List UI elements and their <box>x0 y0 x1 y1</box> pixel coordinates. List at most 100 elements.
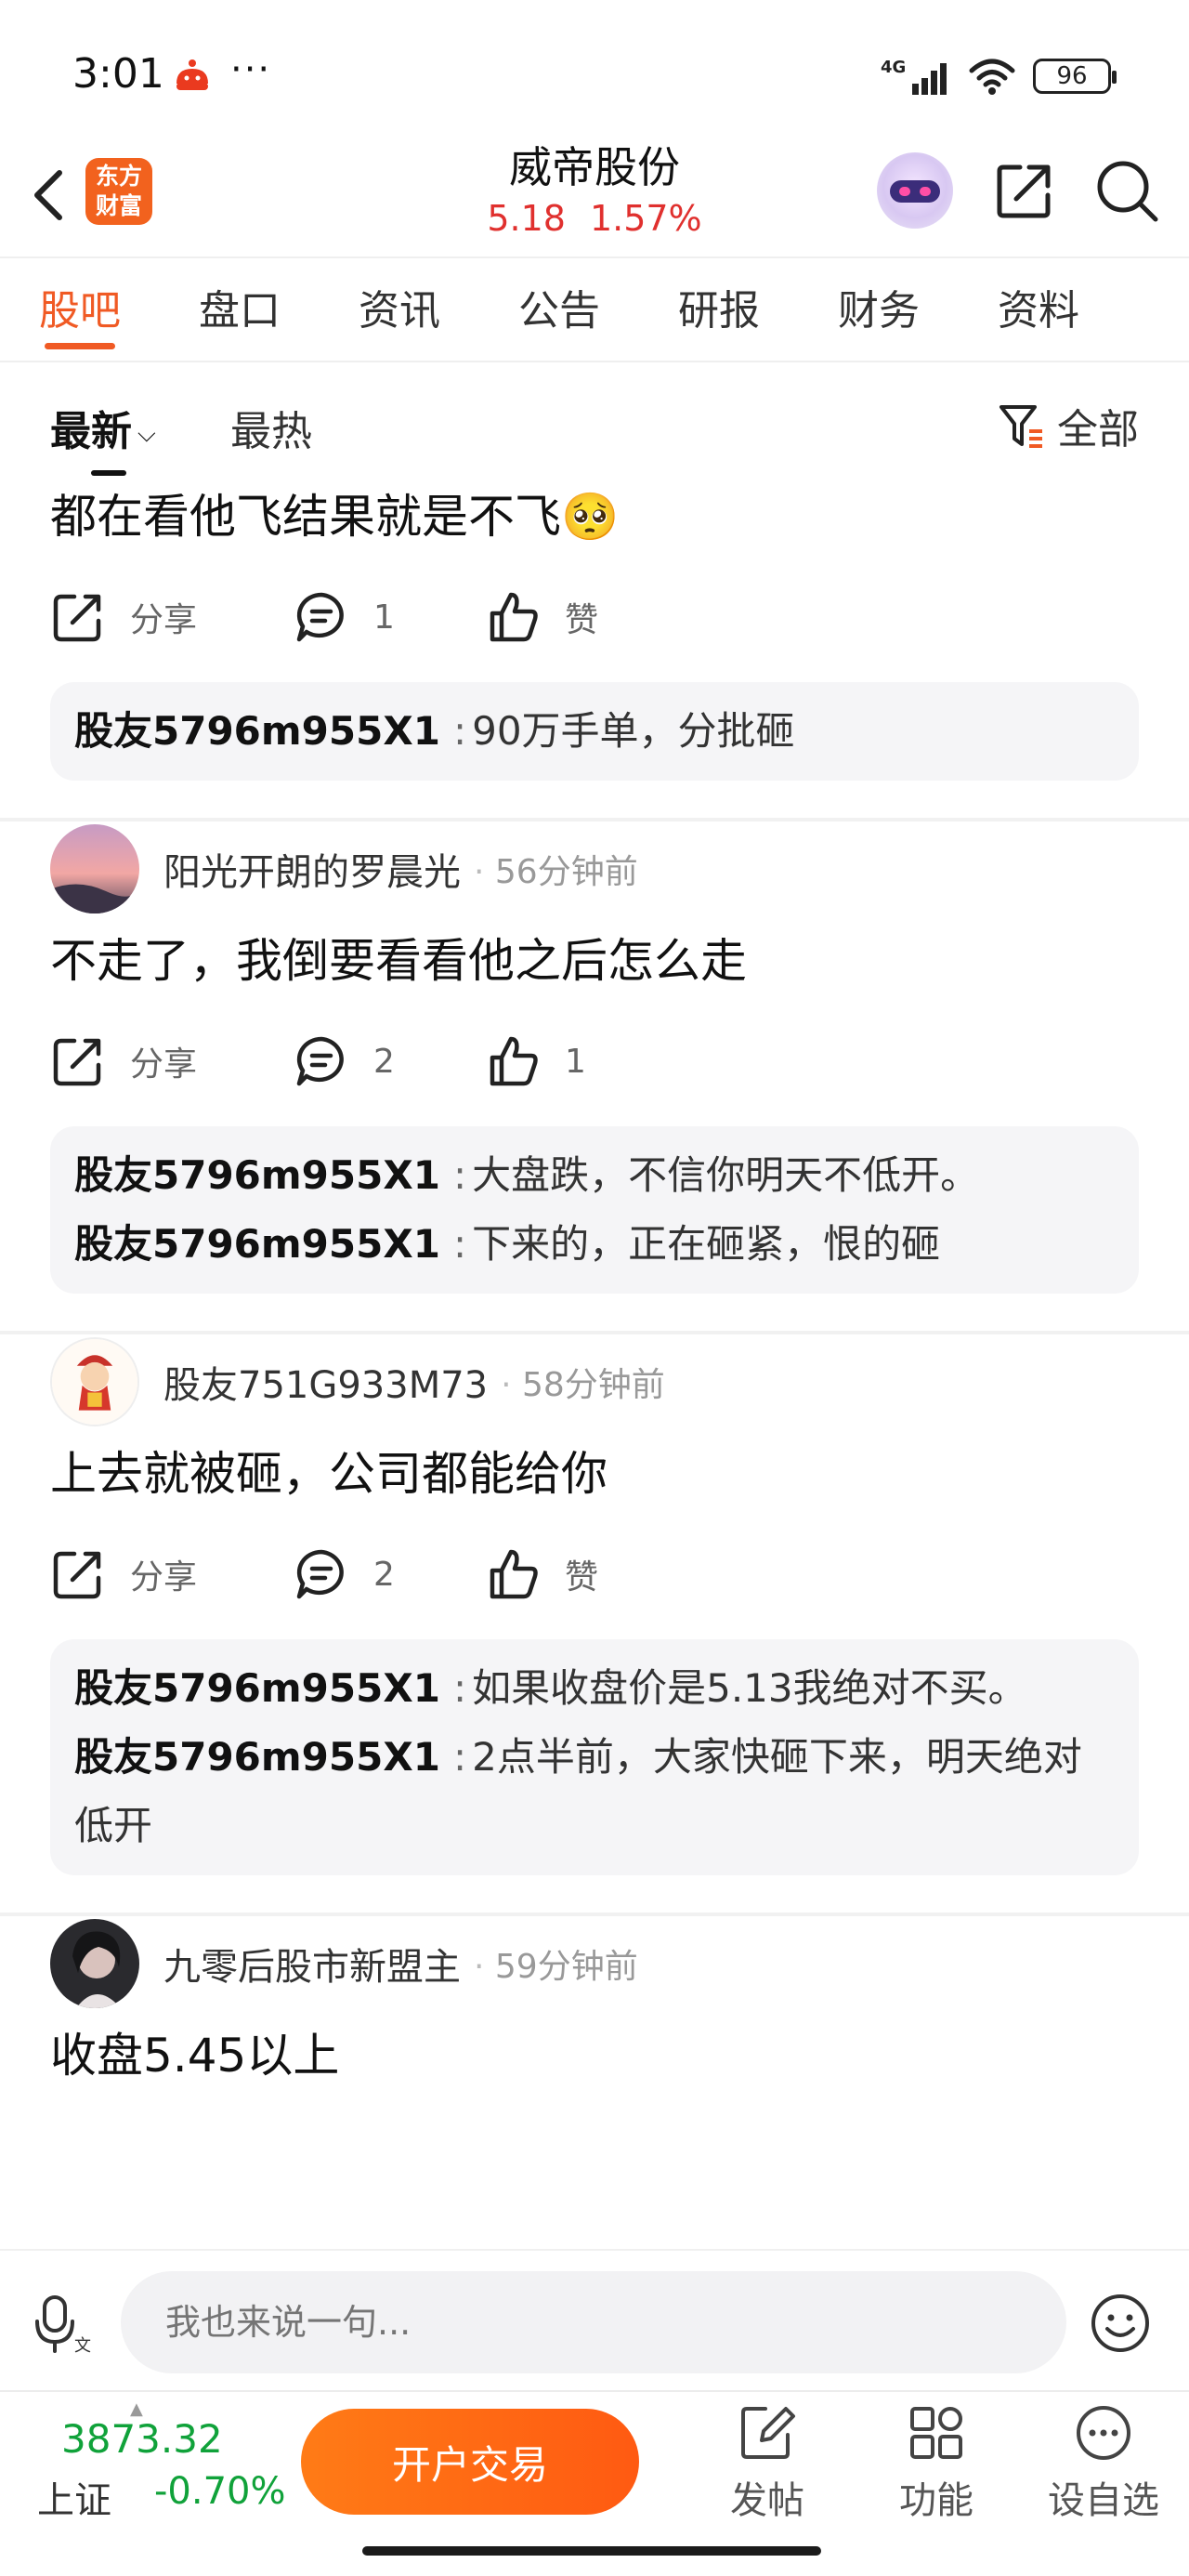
post-header: 九零后股市新盟主 59分钟前 <box>50 1916 1139 2008</box>
comment-icon <box>296 1549 344 1599</box>
share-label: 分享 <box>130 1558 198 1597</box>
search-icon[interactable] <box>1092 156 1161 225</box>
comment-action[interactable]: 2 <box>294 1033 485 1089</box>
share-icon[interactable] <box>992 158 1057 223</box>
share-label: 分享 <box>130 601 198 639</box>
emoji-icon[interactable] <box>1089 2292 1152 2355</box>
comment-text: 下来的，正在砸紧，恨的砸 <box>472 1221 941 1267</box>
nav-add-watchlist-label: 设自选 <box>1048 2479 1159 2522</box>
avatar[interactable] <box>50 824 139 913</box>
post-item[interactable]: 阳光开朗的罗晨光 56分钟前 不走了，我倒要看看他之后怎么走 分享 2 1 股友… <box>0 821 1189 1334</box>
thumbs-up-icon <box>490 1036 538 1086</box>
post-text: 收盘5.45以上 <box>50 2029 340 2083</box>
sort-latest[interactable]: 最新 ⌵ <box>50 398 156 457</box>
ai-assistant-icon[interactable] <box>877 152 953 229</box>
like-action[interactable]: 1 <box>485 1033 586 1089</box>
author-name[interactable]: 九零后股市新盟主 <box>163 1937 461 1991</box>
sort-bar: 最新 ⌵ 最热 全部 <box>0 362 1189 476</box>
comment-preview[interactable]: 股友5796m955X1: 大盘跌，不信你明天不低开。 股友5796m955X1:… <box>50 1126 1139 1294</box>
nav-functions[interactable]: 功能 <box>871 2398 1001 2524</box>
tab-profile[interactable]: 资料 <box>959 258 1118 361</box>
thumbs-up-icon <box>490 1549 538 1599</box>
comment-user[interactable]: 股友5796m955X1 <box>74 708 440 754</box>
stock-header: 东方财富 威帝股份 5.18 1.57% <box>0 139 1189 256</box>
post-actions: 分享 1 赞 <box>50 571 1139 664</box>
voice-input-icon[interactable]: 文 <box>35 2293 97 2355</box>
author-name[interactable]: 股友751G933M73 <box>163 1355 488 1409</box>
comment-separator: : <box>452 1665 467 1711</box>
comment-input[interactable] <box>121 2271 1066 2373</box>
comment-preview[interactable]: 股友5796m955X1:90万手单，分批砸 <box>50 682 1139 781</box>
app-logo-text: 东方财富 <box>95 163 142 219</box>
comment-separator: : <box>452 1152 467 1198</box>
stock-tabs: 股吧 盘口 资讯 公告 研报 财务 资料 <box>0 256 1189 362</box>
comment-icon <box>296 592 344 642</box>
post-item[interactable]: 九零后股市新盟主 59分钟前 收盘5.45以上 <box>0 1916 1189 2089</box>
status-more-icon: ··· <box>230 48 272 91</box>
filter-button[interactable]: 全部 <box>998 396 1139 455</box>
battery-indicator: 96 <box>1033 59 1117 94</box>
comment-user[interactable]: 股友5796m955X1 <box>74 1734 440 1780</box>
tab-guba[interactable]: 股吧 <box>0 258 160 361</box>
status-bar: 3:01 ··· 4G 96 <box>0 0 1189 139</box>
back-icon[interactable] <box>20 158 76 232</box>
grid-apps-icon <box>910 2407 962 2459</box>
share-action[interactable]: 分享 <box>50 1546 294 1602</box>
avatar[interactable] <box>50 1337 139 1426</box>
like-action[interactable]: 赞 <box>485 589 598 645</box>
comment-user[interactable]: 股友5796m955X1 <box>74 1152 440 1198</box>
tab-pankou[interactable]: 盘口 <box>160 258 320 361</box>
comment-preview[interactable]: 股友5796m955X1: 如果收盘价是5.13我绝对不买。 股友5796m955… <box>50 1639 1139 1875</box>
comment-count: 1 <box>373 598 395 637</box>
tab-announcements[interactable]: 公告 <box>479 258 639 361</box>
comment-line: 股友5796m955X1: 大盘跌，不信你明天不低开。 <box>74 1141 1115 1210</box>
stock-name: 威帝股份 <box>509 142 680 192</box>
author-name[interactable]: 阳光开朗的罗晨光 <box>163 842 461 896</box>
ai-assistant-visor <box>890 180 940 203</box>
comment-text: 大盘跌，不信你明天不低开。 <box>472 1152 980 1198</box>
post-item[interactable]: 股友751G933M73 58分钟前 上去就被砸，公司都能给你 分享 2 赞 股… <box>0 1334 1189 1916</box>
open-account-trade-button[interactable]: 开户交易 <box>301 2409 639 2515</box>
comment-text: 90万手单，分批砸 <box>472 708 795 754</box>
cellular-signal-icon: 4G <box>881 58 947 95</box>
battery-level: 96 <box>1056 62 1088 90</box>
status-time: 3:01 <box>72 50 164 98</box>
post-time: 59分钟前 <box>474 1939 638 1988</box>
post-header: 股友751G933M73 58分钟前 <box>50 1334 1139 1426</box>
comment-user[interactable]: 股友5796m955X1 <box>74 1221 440 1267</box>
tab-finance[interactable]: 财务 <box>799 258 959 361</box>
avatar[interactable] <box>50 1919 139 2008</box>
more-circle-icon <box>1077 2406 1130 2460</box>
stock-title[interactable]: 威帝股份 5.18 1.57% <box>409 139 780 242</box>
share-action[interactable]: 分享 <box>50 589 294 645</box>
tab-research[interactable]: 研报 <box>639 258 799 361</box>
sort-hot[interactable]: 最热 <box>230 398 312 457</box>
comment-action[interactable]: 2 <box>294 1546 485 1602</box>
filter-label: 全部 <box>1057 406 1139 453</box>
comment-separator: : <box>452 708 467 754</box>
wifi-icon <box>969 59 1015 95</box>
tab-news[interactable]: 资讯 <box>320 258 479 361</box>
like-label: 赞 <box>565 1558 599 1597</box>
home-indicator[interactable] <box>362 2546 821 2556</box>
comment-count: 2 <box>373 1555 395 1594</box>
stock-change-pct: 1.57% <box>589 198 702 239</box>
comment-action[interactable]: 1 <box>294 589 485 645</box>
share-action[interactable]: 分享 <box>50 1033 294 1089</box>
post-item[interactable]: 都在看他飞结果就是不飞🥺 分享 1 赞 股友5796m955X1:90万手单，分… <box>0 483 1189 821</box>
index-value[interactable]: 3873.32 <box>61 2416 223 2462</box>
comment-user[interactable]: 股友5796m955X1 <box>74 1665 440 1711</box>
nav-post[interactable]: 发帖 <box>702 2398 832 2524</box>
nav-add-watchlist[interactable]: 设自选 <box>1039 2398 1169 2524</box>
post-feed[interactable]: 都在看他飞结果就是不飞🥺 分享 1 赞 股友5796m955X1:90万手单，分… <box>0 474 1189 2249</box>
network-type: 4G <box>881 58 906 77</box>
index-name[interactable]: 上证 <box>37 2470 111 2524</box>
sort-latest-label: 最新 <box>50 408 132 455</box>
post-actions: 分享 2 1 <box>50 1015 1139 1108</box>
index-change[interactable]: -0.70% <box>154 2470 286 2513</box>
nav-post-label: 发帖 <box>730 2479 804 2522</box>
like-action[interactable]: 赞 <box>485 1546 598 1602</box>
comment-count: 2 <box>373 1042 395 1081</box>
app-logo[interactable]: 东方财富 <box>85 158 152 225</box>
stock-price: 5.18 <box>487 198 566 239</box>
